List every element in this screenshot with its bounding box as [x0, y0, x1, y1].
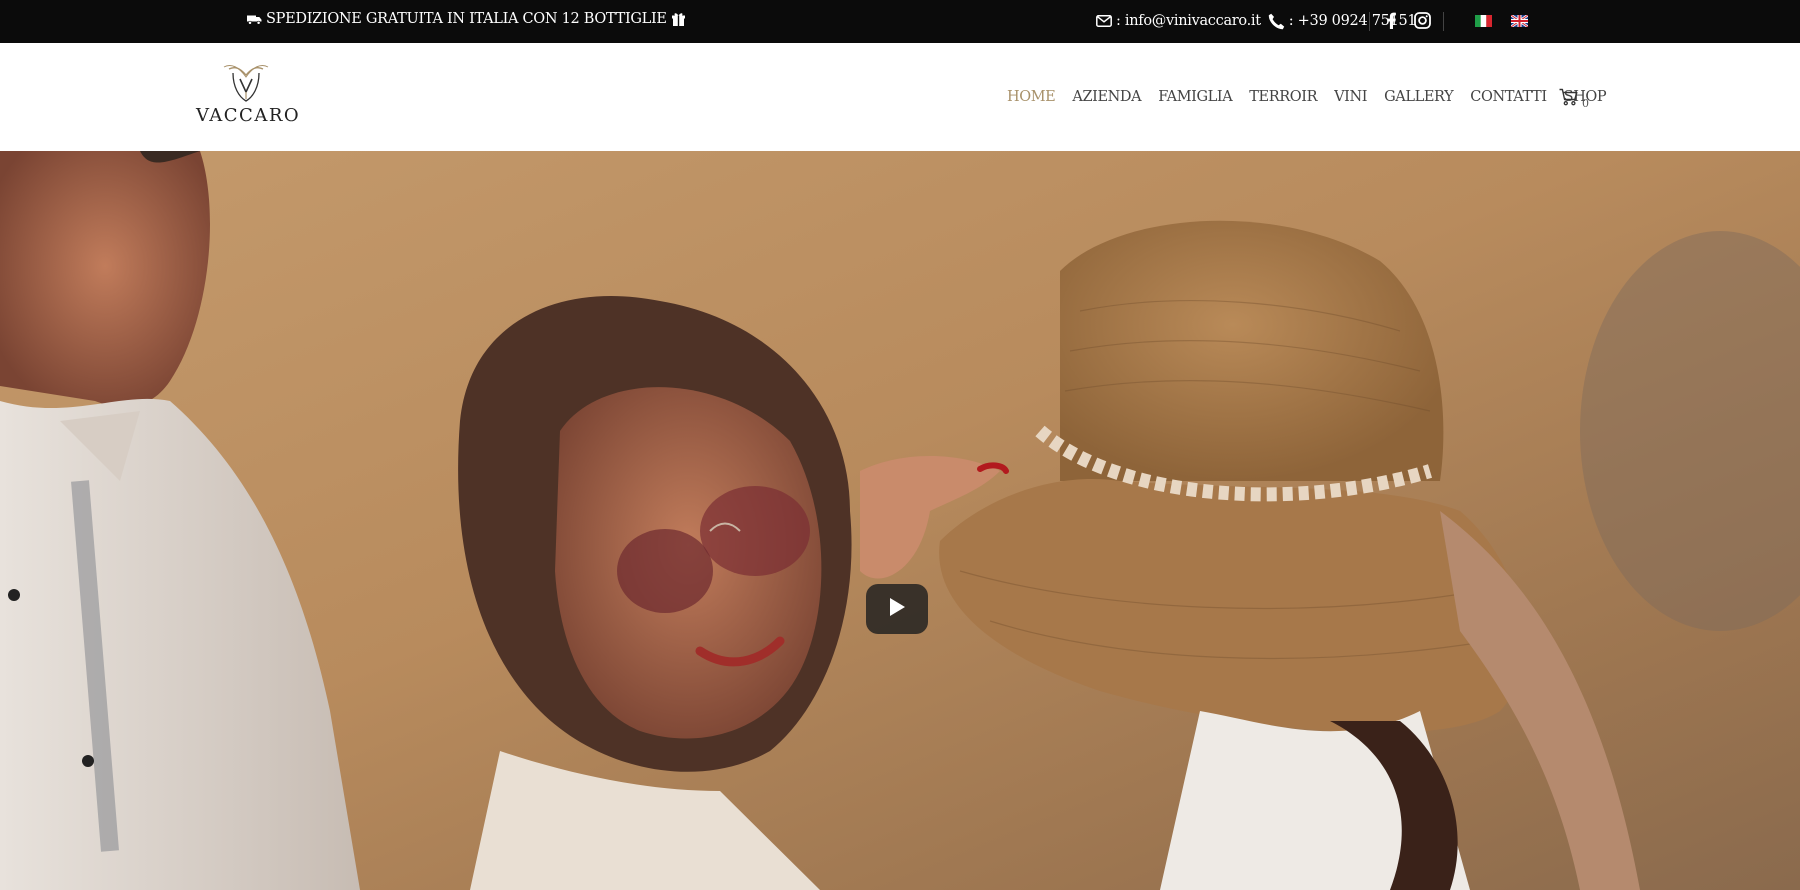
phone-icon	[1267, 11, 1287, 31]
play-button[interactable]	[866, 584, 928, 634]
nav-item-vini[interactable]: VINI	[1334, 89, 1367, 105]
free-shipping-text: SPEDIZIONE GRATUITA IN ITALIA CON 12 BOT…	[266, 11, 667, 27]
divider	[1443, 12, 1444, 31]
nav-item-terroir[interactable]: TERROIR	[1249, 89, 1317, 105]
play-icon	[888, 597, 906, 621]
logo-emblem-icon	[223, 64, 269, 102]
instagram-icon[interactable]	[1411, 9, 1433, 31]
hero-video-frame	[0, 151, 1800, 890]
flag-italian-icon[interactable]	[1475, 15, 1492, 27]
logo-text: VACCARO	[196, 105, 301, 126]
hero-video[interactable]	[0, 151, 1800, 890]
gift-icon	[671, 12, 687, 26]
truck-icon	[246, 12, 262, 26]
email-link[interactable]: : info@vinivaccaro.it	[1116, 13, 1261, 29]
divider	[1369, 12, 1370, 31]
cart-count: 0	[1582, 97, 1589, 110]
mail-icon	[1094, 11, 1114, 31]
free-shipping-notice: SPEDIZIONE GRATUITA IN ITALIA CON 12 BOT…	[246, 11, 687, 27]
nav-item-contatti[interactable]: CONTATTI	[1470, 89, 1547, 105]
contact-info: : info@vinivaccaro.it : +39 0924 75151	[1094, 11, 1417, 31]
cart-icon	[1559, 88, 1578, 110]
top-bar: SPEDIZIONE GRATUITA IN ITALIA CON 12 BOT…	[0, 0, 1800, 43]
cart-button[interactable]: 0	[1559, 88, 1589, 110]
nav-item-home[interactable]: HOME	[1007, 89, 1056, 105]
main-navigation: HOME AZIENDA FAMIGLIA TERROIR VINI GALLE…	[1007, 89, 1623, 105]
facebook-icon[interactable]	[1380, 9, 1402, 31]
nav-item-gallery[interactable]: GALLERY	[1384, 89, 1454, 105]
nav-item-famiglia[interactable]: FAMIGLIA	[1158, 89, 1232, 105]
logo[interactable]: VACCARO	[196, 63, 301, 139]
nav-item-azienda[interactable]: AZIENDA	[1072, 89, 1141, 105]
flag-english-icon[interactable]	[1511, 15, 1528, 27]
site-header: VACCARO HOME AZIENDA FAMIGLIA TERROIR VI…	[0, 43, 1800, 151]
